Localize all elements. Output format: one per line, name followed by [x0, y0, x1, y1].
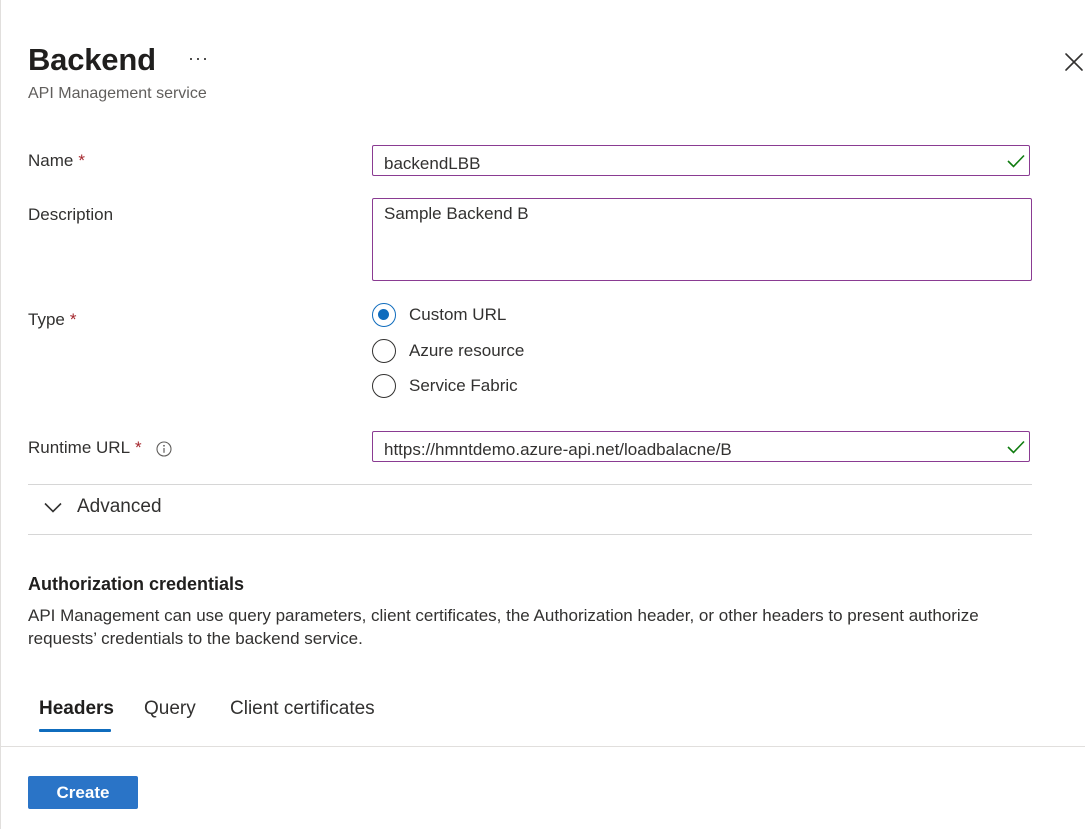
page-title: Backend: [28, 42, 156, 77]
advanced-label: Advanced: [77, 496, 162, 517]
required-mark: *: [69, 310, 77, 329]
radio-azure-resource[interactable]: Azure resource: [372, 338, 524, 364]
required-mark: *: [78, 151, 85, 170]
runtime-url-input[interactable]: [372, 431, 1030, 462]
divider: [28, 484, 1032, 485]
advanced-toggle[interactable]: Advanced: [44, 496, 162, 518]
close-icon[interactable]: [1062, 50, 1085, 74]
divider: [28, 534, 1032, 535]
required-mark: *: [135, 438, 142, 457]
active-tab-indicator: [39, 729, 111, 732]
radio-custom-url[interactable]: Custom URL: [372, 302, 506, 328]
radio-label: Service Fabric: [409, 376, 518, 395]
checkmark-icon: [1007, 440, 1025, 454]
radio-button[interactable]: [372, 374, 396, 398]
radio-button[interactable]: [372, 339, 396, 363]
chevron-down-icon: [44, 502, 62, 513]
create-button[interactable]: Create: [28, 776, 138, 809]
tab-query[interactable]: Query: [144, 698, 196, 720]
description-field[interactable]: Sample Backend B: [372, 198, 1032, 281]
auth-section-description: API Management can use query parameters,…: [28, 606, 979, 648]
checkmark-icon: [1007, 154, 1025, 168]
type-label: Type *: [28, 310, 77, 329]
name-input[interactable]: [372, 145, 1030, 176]
panel-left-border: [0, 0, 1, 829]
footer-divider: [0, 746, 1085, 747]
tab-client-certificates[interactable]: Client certificates: [230, 698, 375, 720]
tab-headers[interactable]: Headers: [39, 698, 114, 720]
radio-service-fabric[interactable]: Service Fabric: [372, 373, 518, 399]
info-icon[interactable]: [156, 440, 172, 457]
more-icon[interactable]: ···: [188, 48, 209, 69]
runtime-url-label: Runtime URL *: [28, 438, 172, 458]
description-label: Description: [28, 205, 114, 224]
name-label: Name *: [28, 151, 85, 170]
radio-label: Azure resource: [409, 341, 525, 360]
page-subtitle: API Management service: [28, 85, 207, 102]
radio-button-checked[interactable]: [372, 303, 396, 327]
auth-section-title: Authorization credentials: [28, 574, 245, 594]
radio-label: Custom URL: [409, 305, 507, 324]
